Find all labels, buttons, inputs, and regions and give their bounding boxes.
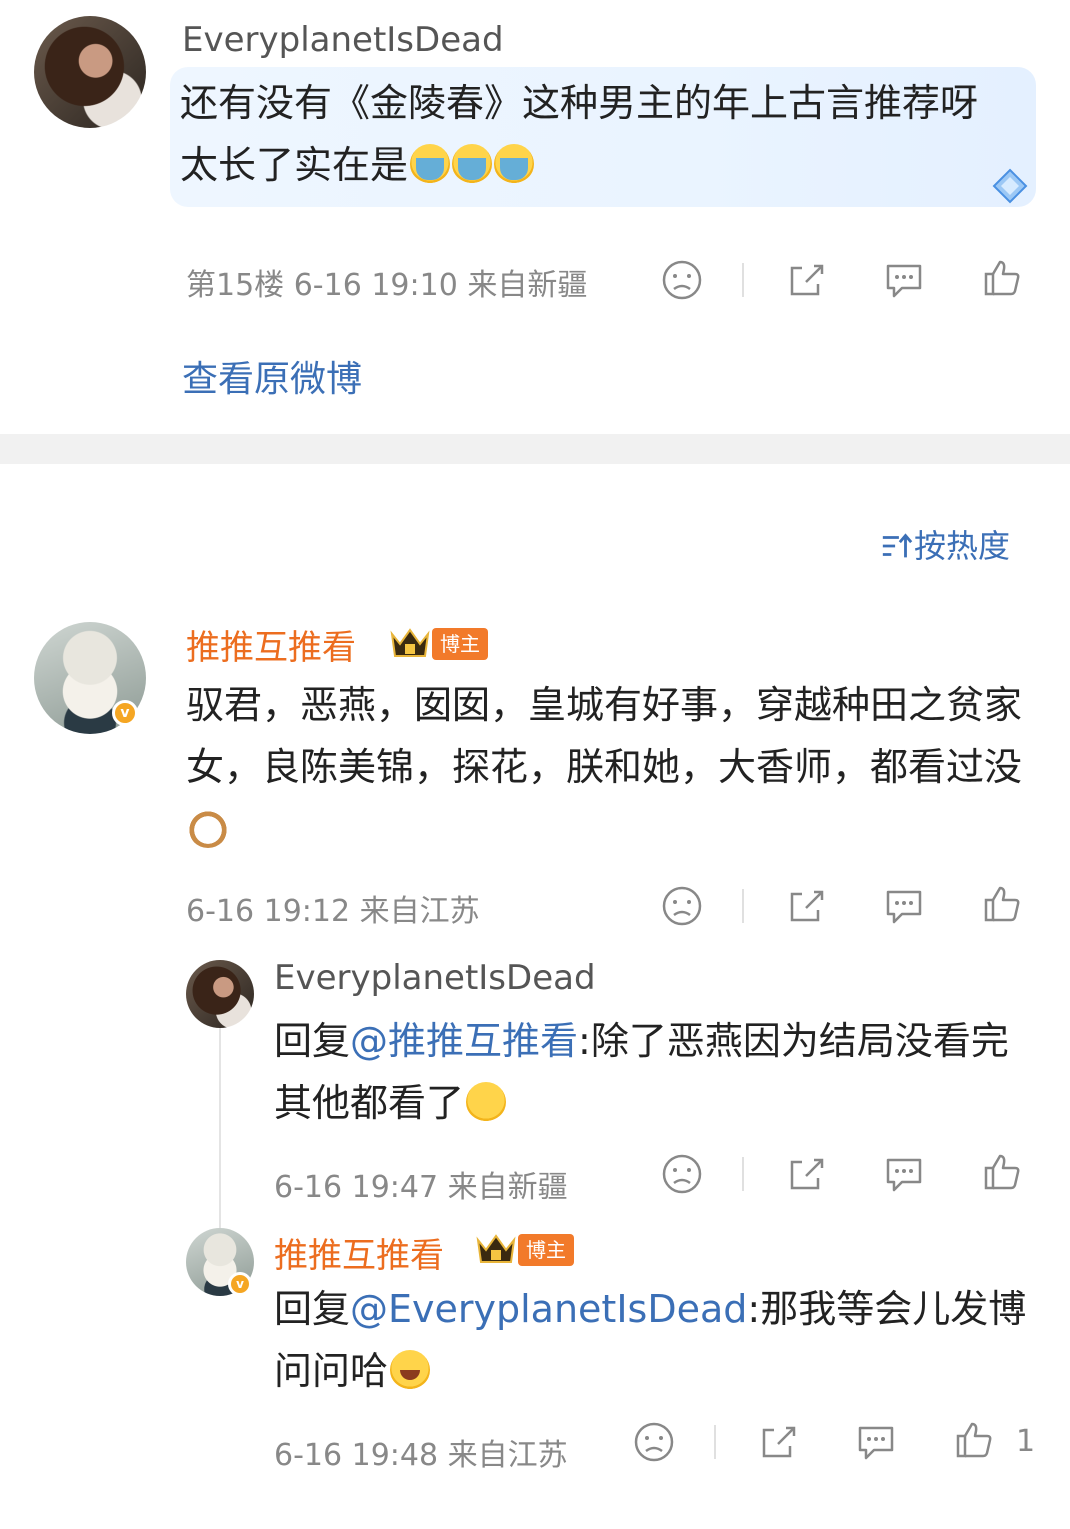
username[interactable]: 推推互推看 bbox=[186, 620, 356, 669]
dislike-icon[interactable] bbox=[660, 258, 704, 302]
verified-badge: v bbox=[112, 700, 138, 726]
comment-meta: 第15楼 6-16 19:10 来自新疆 bbox=[186, 268, 588, 303]
crown-icon bbox=[476, 1234, 516, 1263]
avatar[interactable] bbox=[186, 960, 254, 1028]
sort-icon bbox=[882, 533, 913, 558]
comment-icon[interactable] bbox=[882, 1152, 926, 1196]
divider bbox=[742, 1157, 744, 1191]
like-icon[interactable] bbox=[980, 882, 1024, 926]
like-icon[interactable] bbox=[952, 1418, 996, 1462]
share-icon[interactable] bbox=[784, 884, 828, 928]
thread-line bbox=[219, 1020, 221, 1230]
dislike-icon[interactable] bbox=[660, 884, 704, 928]
crying-emoji bbox=[494, 144, 535, 184]
view-original-link[interactable]: 查看原微博 bbox=[182, 350, 362, 402]
crown-icon bbox=[390, 628, 430, 657]
section-divider bbox=[0, 434, 1070, 464]
sort-button[interactable]: 按热度 bbox=[880, 521, 1010, 567]
share-icon[interactable] bbox=[784, 258, 828, 302]
dislike-icon[interactable] bbox=[632, 1420, 676, 1464]
like-icon[interactable] bbox=[980, 256, 1024, 300]
reply-meta: 6-16 19:48 来自江苏 bbox=[274, 1438, 568, 1473]
laughing-emoji bbox=[390, 1350, 431, 1390]
diamond-icon bbox=[992, 168, 1028, 204]
comment-text: 还有没有《金陵春》这种男主的年上古言推荐呀 太长了实在是 bbox=[180, 81, 979, 187]
like-icon[interactable] bbox=[980, 1150, 1024, 1194]
username[interactable]: EveryplanetIsDead bbox=[274, 958, 596, 998]
blogger-badge: 博主 bbox=[518, 1234, 574, 1266]
blogger-badge: 博主 bbox=[432, 628, 488, 660]
dislike-icon[interactable] bbox=[660, 1152, 704, 1196]
cat-emoji bbox=[188, 808, 228, 848]
avatar[interactable] bbox=[34, 16, 146, 128]
comment-meta: 6-16 19:12 来自江苏 bbox=[186, 894, 480, 929]
divider bbox=[714, 1425, 716, 1459]
username[interactable]: 推推互推看 bbox=[274, 1228, 444, 1277]
divider bbox=[742, 263, 744, 297]
mention-link[interactable]: @EveryplanetIsDead bbox=[350, 1287, 747, 1331]
crying-emoji bbox=[410, 144, 451, 184]
comment-text: 驭君，恶燕，囡囡，皇城有好事，穿越种田之贫家女，良陈美锦，探花，朕和她，大香师，… bbox=[186, 674, 1046, 860]
comment-icon[interactable] bbox=[882, 884, 926, 928]
username[interactable]: EveryplanetIsDead bbox=[182, 20, 504, 60]
verified-badge: v bbox=[228, 1272, 252, 1296]
comment-icon[interactable] bbox=[882, 258, 926, 302]
divider bbox=[742, 889, 744, 923]
mention-link[interactable]: @推推互推看 bbox=[350, 1019, 578, 1063]
reply-meta: 6-16 19:47 来自新疆 bbox=[274, 1170, 568, 1205]
reply-text: 回复@EveryplanetIsDead:那我等会儿发博问问哈 bbox=[274, 1287, 1027, 1393]
share-icon[interactable] bbox=[784, 1152, 828, 1196]
covering-face-emoji bbox=[466, 1082, 507, 1122]
crying-emoji bbox=[452, 144, 493, 184]
like-count: 1 bbox=[1016, 1424, 1036, 1459]
share-icon[interactable] bbox=[756, 1420, 800, 1464]
reply-text: 回复@推推互推看:除了恶燕因为结局没看完 其他都看了 bbox=[274, 1019, 1009, 1125]
comment-icon[interactable] bbox=[854, 1420, 898, 1464]
